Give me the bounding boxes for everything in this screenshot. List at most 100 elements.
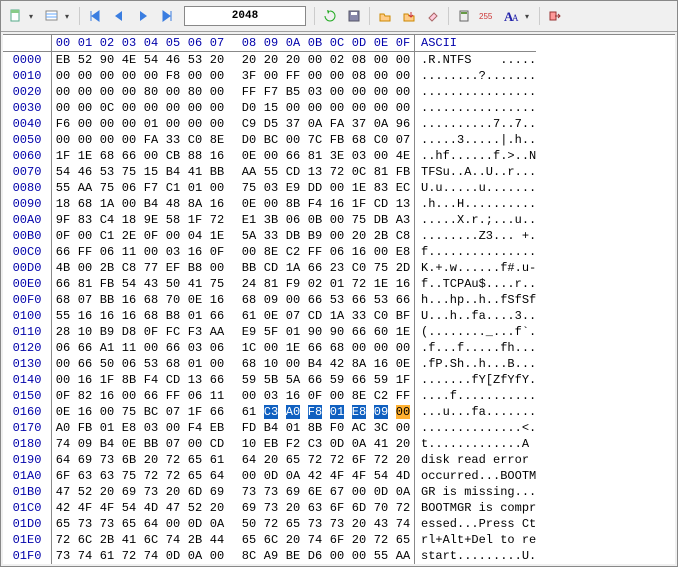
hex-cell[interactable]: F2 (282, 436, 304, 452)
hex-cell[interactable]: C0 (184, 132, 206, 148)
hex-cell[interactable]: FF (162, 388, 184, 404)
hex-cell[interactable]: FF (392, 388, 415, 404)
ascii-cell[interactable]: .fP.Sh..h...B... (415, 356, 537, 372)
hex-row[interactable]: 0040F600000001000000C9D5370AFA370A96....… (3, 116, 536, 132)
hex-cell[interactable]: 0E (238, 148, 260, 164)
ascii-cell[interactable]: .......fY[ZfYfY. (415, 372, 537, 388)
hex-cell[interactable]: 03 (348, 148, 370, 164)
hex-cell[interactable]: 55 (370, 548, 392, 564)
hex-cell[interactable]: 69 (282, 484, 304, 500)
hex-row[interactable]: 01B04752206973206D697373696E67000D0AGR i… (3, 484, 536, 500)
hex-cell[interactable]: 28 (52, 324, 75, 340)
ascii-cell[interactable]: ....f........... (415, 388, 537, 404)
hex-cell[interactable]: 16 (118, 308, 140, 324)
hex-cell[interactable]: 00 (118, 84, 140, 100)
hex-cell[interactable]: 3B (260, 212, 282, 228)
hex-cell[interactable]: 3F (238, 68, 260, 84)
hex-cell[interactable]: 00 (162, 84, 184, 100)
hex-cell[interactable]: 00 (184, 68, 206, 84)
ascii-cell[interactable]: ..hf......f.>..N (415, 148, 537, 164)
hex-cell[interactable]: 6D (184, 484, 206, 500)
hex-cell[interactable]: 70 (162, 292, 184, 308)
hex-cell[interactable]: 00 (74, 260, 96, 276)
ascii-cell[interactable]: .f...f.....fh... (415, 340, 537, 356)
hex-cell[interactable]: 15 (260, 100, 282, 116)
hex-cell[interactable]: 16 (282, 388, 304, 404)
hex-cell[interactable]: 58 (162, 212, 184, 228)
hex-cell[interactable]: 20 (238, 52, 260, 69)
hex-cell[interactable]: 00 (304, 100, 326, 116)
hex-cell[interactable]: 52 (74, 52, 96, 69)
hex-cell[interactable]: 1F (96, 372, 118, 388)
hex-cell[interactable]: 72 (260, 516, 282, 532)
ascii-cell[interactable]: GR is missing... (415, 484, 537, 500)
hex-cell[interactable]: 00 (260, 196, 282, 212)
hex-cell[interactable]: 3C (370, 420, 392, 436)
hex-cell[interactable]: 65 (118, 516, 140, 532)
hex-cell[interactable]: 74 (74, 548, 96, 564)
hex-cell[interactable]: FF (238, 84, 260, 100)
ascii-cell[interactable]: BOOTMGR is compr (415, 500, 537, 516)
hex-cell[interactable]: 00 (52, 100, 75, 116)
hex-cell[interactable]: 41 (118, 532, 140, 548)
hex-cell[interactable]: 8A (348, 356, 370, 372)
save-icon[interactable] (343, 5, 365, 27)
hex-cell[interactable]: 13 (184, 372, 206, 388)
hex-cell[interactable]: 06 (184, 388, 206, 404)
hex-cell[interactable]: 80 (184, 84, 206, 100)
hex-view[interactable]: 000102030405060708090A0B0C0D0E0FASCII000… (3, 34, 675, 564)
hex-cell[interactable]: 50 (96, 356, 118, 372)
hex-cell[interactable]: 66 (74, 340, 96, 356)
hex-cell[interactable]: B4 (96, 436, 118, 452)
hex-cell[interactable]: B8 (184, 260, 206, 276)
hex-cell[interactable]: 00 (370, 340, 392, 356)
hex-cell[interactable]: 1E (206, 228, 228, 244)
hex-cell[interactable]: 61 (238, 308, 260, 324)
file-save-icon[interactable] (398, 5, 420, 27)
hex-cell[interactable]: 11 (118, 340, 140, 356)
hex-cell[interactable]: 00 (238, 244, 260, 260)
hex-cell[interactable]: 73 (140, 484, 162, 500)
hex-cell[interactable]: 06 (326, 244, 348, 260)
hex-cell[interactable]: 64 (238, 452, 260, 468)
ascii-cell[interactable]: ..........7..7.. (415, 116, 537, 132)
hex-cell[interactable]: 0F (140, 324, 162, 340)
hex-cell[interactable]: 0B (304, 212, 326, 228)
hex-cell[interactable]: 82 (74, 388, 96, 404)
hex-cell[interactable]: 00 (348, 340, 370, 356)
hex-cell[interactable]: 00 (206, 68, 228, 84)
hex-cell[interactable]: 00 (206, 84, 228, 100)
hex-cell[interactable]: 41 (184, 164, 206, 180)
hex-cell[interactable]: 8B (282, 196, 304, 212)
hex-cell[interactable]: 02 (326, 52, 348, 69)
hex-cell[interactable]: 01 (184, 308, 206, 324)
hex-cell[interactable]: B9 (96, 324, 118, 340)
hex-cell[interactable]: F0 (326, 420, 348, 436)
hex-cell[interactable]: 73 (304, 516, 326, 532)
hex-row[interactable]: 014000161F8BF4CD1366595B5A665966591F....… (3, 372, 536, 388)
hex-cell[interactable]: 00 (52, 132, 75, 148)
hex-cell[interactable]: 00 (326, 100, 348, 116)
hex-cell[interactable]: 74 (162, 532, 184, 548)
hex-cell[interactable]: EB (260, 436, 282, 452)
hex-cell[interactable]: 75 (96, 180, 118, 196)
hex-cell[interactable]: FA (140, 132, 162, 148)
hex-row[interactable]: 01D06573736564000D0A5072657373204374esse… (3, 516, 536, 532)
hex-cell[interactable]: 65 (282, 516, 304, 532)
hex-cell[interactable]: 13 (304, 164, 326, 180)
hex-cell[interactable]: AA (238, 164, 260, 180)
hex-cell[interactable]: F8 (162, 68, 184, 84)
hex-cell[interactable]: 54 (370, 468, 392, 484)
hex-cell[interactable]: 0A (184, 548, 206, 564)
hex-cell[interactable]: 33 (348, 308, 370, 324)
hex-cell[interactable]: D8 (118, 324, 140, 340)
hex-cell[interactable]: 00 (52, 84, 75, 100)
hex-cell[interactable]: D6 (304, 548, 326, 564)
hex-cell[interactable]: 08 (348, 52, 370, 69)
hex-cell[interactable]: 00 (52, 356, 75, 372)
hex-row[interactable]: 01C0424F4F544D475220697320636F6D7072BOOT… (3, 500, 536, 516)
hex-cell[interactable]: 74 (140, 548, 162, 564)
hex-cell[interactable]: 5A (238, 228, 260, 244)
hex-cell[interactable]: 37 (282, 116, 304, 132)
hex-cell[interactable]: 3E (326, 148, 348, 164)
